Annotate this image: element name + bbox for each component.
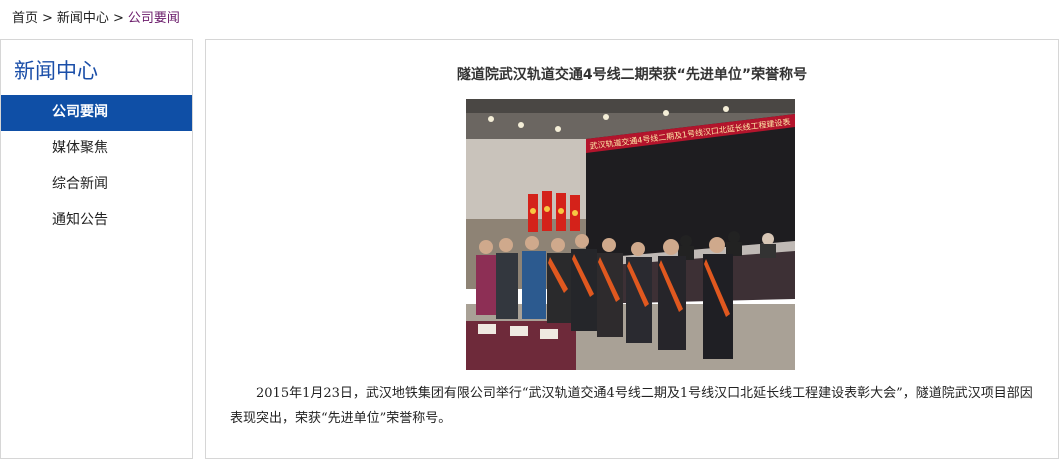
award-ceremony-photo: 武汉轨道交通4号线二期及1号线汉口北延长线工程建设表 — [466, 99, 795, 370]
article-photo: 武汉轨道交通4号线二期及1号线汉口北延长线工程建设表 — [466, 99, 795, 370]
breadcrumb: 首页 > 新闻中心 > 公司要闻 — [12, 7, 180, 26]
breadcrumb-separator: > — [42, 11, 53, 26]
sidebar-item-general-news[interactable]: 综合新闻 — [1, 167, 192, 203]
sidebar-item-media-focus[interactable]: 媒体聚焦 — [1, 131, 192, 167]
sidebar-menu: 公司要闻 媒体聚焦 综合新闻 通知公告 — [1, 95, 192, 239]
breadcrumb-separator: > — [112, 11, 124, 26]
article-body: 2015年1月23日，武汉地铁集团有限公司举行“武汉轨道交通4号线二期及1号线汉… — [230, 386, 1033, 426]
article-panel: 隧道院武汉轨道交通4号线二期荣获“先进单位”荣誉称号 武汉轨道交通4号线二期及1… — [205, 39, 1059, 459]
breadcrumb-section-link[interactable]: 新闻中心 — [57, 11, 109, 26]
sidebar-item-notices[interactable]: 通知公告 — [1, 203, 192, 239]
sidebar-item-company-news[interactable]: 公司要闻 — [1, 95, 192, 131]
article-title: 隧道院武汉轨道交通4号线二期荣获“先进单位”荣誉称号 — [456, 67, 808, 83]
sidebar: 新闻中心 公司要闻 媒体聚焦 综合新闻 通知公告 — [0, 39, 193, 459]
breadcrumb-current: 公司要闻 — [127, 11, 180, 26]
breadcrumb-home-link[interactable]: 首页 — [12, 11, 38, 26]
sidebar-title: 新闻中心 — [14, 59, 98, 83]
